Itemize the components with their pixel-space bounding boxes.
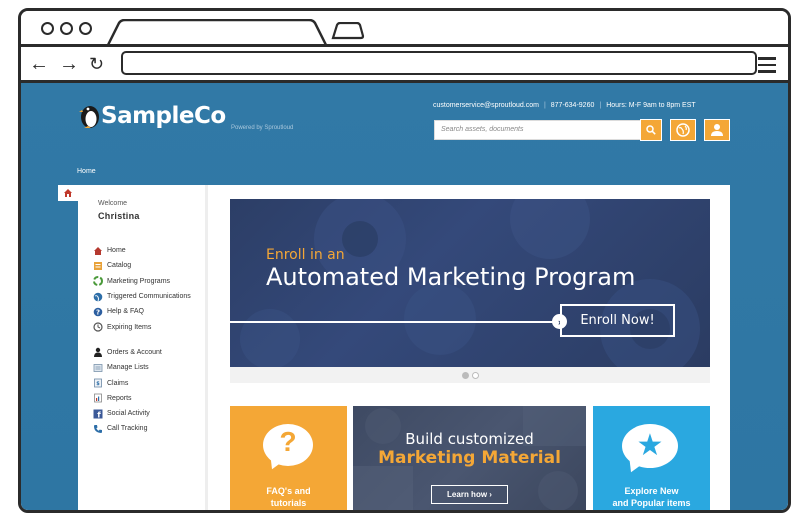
brand-logo[interactable]: SampleCo (79, 101, 226, 129)
explore-tile-line1: Explore New (624, 486, 679, 496)
sidebar-divider (93, 335, 191, 345)
hamburger-menu-icon[interactable] (758, 57, 776, 77)
learn-how-button[interactable]: Learn how › (431, 485, 508, 504)
new-tab-button[interactable] (331, 22, 365, 40)
claims-icon: $ (93, 378, 103, 388)
clock-icon (93, 322, 103, 332)
content-panel: Welcome Christina Home Catalog Marketing… (78, 185, 730, 510)
search-placeholder: Search assets, documents (441, 126, 524, 133)
user-icon (711, 124, 723, 136)
account-button[interactable] (704, 119, 730, 141)
window-close-dot[interactable] (41, 22, 54, 35)
marketing-tile-line1: Build customized (405, 430, 534, 448)
sidebar-item-label: Expiring Items (107, 323, 152, 331)
sidebar-item-label: Manage Lists (107, 364, 149, 372)
search-button[interactable] (640, 119, 662, 141)
star-icon: ★ (636, 429, 664, 462)
sidebar-item-label: Marketing Programs (107, 277, 171, 285)
enroll-now-button[interactable]: Enroll Now! (560, 304, 675, 337)
faq-tile-line1: FAQ's and (266, 486, 311, 496)
brand-name: SampleCo (101, 103, 226, 129)
sidebar-item-call-tracking[interactable]: Call Tracking (93, 421, 191, 436)
help-icon: ? (93, 307, 103, 317)
search-icon (646, 125, 656, 135)
penguin-icon (79, 106, 99, 128)
question-mark-icon: ? (279, 426, 297, 457)
carousel-indicators (230, 367, 710, 383)
home-icon (93, 246, 103, 256)
marketing-tile-line2: Marketing Material (378, 448, 561, 468)
sidebar-item-marketing-programs[interactable]: Marketing Programs (93, 274, 191, 289)
explore-tile-line2: and Popular items (612, 498, 691, 508)
sidebar: Welcome Christina Home Catalog Marketing… (78, 185, 208, 510)
browser-tab-strip (21, 11, 788, 48)
breadcrumb[interactable]: Home (77, 168, 96, 175)
svg-text:$: $ (96, 381, 100, 387)
globe-icon (676, 123, 690, 137)
sidebar-item-label: Triggered Communications (107, 293, 191, 301)
welcome-label: Welcome (98, 200, 128, 207)
person-icon (93, 347, 103, 358)
sidebar-nav: Home Catalog Marketing Programs Triggere… (93, 243, 191, 437)
sidebar-item-expiring-items[interactable]: Expiring Items (93, 319, 191, 334)
contact-info: customerservice@sproutloud.com | 877-634-9… (433, 102, 696, 109)
sidebar-item-catalog[interactable]: Catalog (93, 258, 191, 273)
back-arrow-icon[interactable]: ← (29, 54, 49, 74)
language-button[interactable] (670, 119, 696, 141)
faq-tile[interactable]: ? FAQ's and tutorials (230, 406, 347, 510)
sidebar-item-label: Reports (107, 394, 132, 402)
explore-tile[interactable]: ★ Explore New and Popular items (593, 406, 710, 510)
sidebar-item-label: Social Activity (107, 410, 150, 418)
sidebar-item-home[interactable]: Home (93, 243, 191, 258)
sidebar-item-help-faq[interactable]: ? Help & FAQ (93, 304, 191, 319)
search-input[interactable]: Search assets, documents (434, 120, 661, 140)
sidebar-item-manage-lists[interactable]: Manage Lists (93, 360, 191, 375)
home-icon (64, 189, 72, 197)
sidebar-item-label: Home (107, 247, 126, 255)
browser-window: ← → ↻ SampleCo Powered by Sproutloud cus… (18, 8, 791, 513)
sidebar-item-claims[interactable]: $ Claims (93, 375, 191, 390)
recycle-icon (93, 276, 103, 287)
report-icon (93, 393, 103, 403)
banner-kicker: Enroll in an (266, 247, 345, 263)
carousel-dot-2[interactable] (471, 371, 479, 379)
web-page: SampleCo Powered by Sproutloud customers… (21, 83, 788, 510)
sidebar-item-reports[interactable]: Reports (93, 391, 191, 406)
sidebar-item-orders-account[interactable]: Orders & Account (93, 345, 191, 360)
window-minimize-dot[interactable] (60, 22, 73, 35)
carousel-dot-1[interactable] (461, 371, 469, 379)
home-tab[interactable] (58, 185, 78, 201)
sidebar-item-label: Help & FAQ (107, 308, 144, 316)
contact-email[interactable]: customerservice@sproutloud.com (433, 102, 539, 109)
sidebar-item-label: Claims (107, 379, 129, 387)
phone-icon (93, 424, 103, 434)
svg-text:?: ? (96, 308, 100, 316)
user-name: Christina (98, 211, 140, 221)
reload-icon[interactable]: ↻ (89, 54, 104, 74)
banner-rule (230, 321, 560, 323)
catalog-icon (93, 261, 103, 271)
address-bar-row: ← → ↻ (21, 47, 788, 83)
promo-banner[interactable]: Enroll in an Automated Marketing Program… (230, 199, 710, 367)
globe-icon (93, 292, 103, 302)
powered-by-text: Powered by Sproutloud (231, 125, 294, 131)
facebook-icon: f (93, 409, 103, 419)
sidebar-item-label: Catalog (107, 262, 132, 270)
sidebar-item-label: Orders & Account (107, 348, 162, 356)
sidebar-item-triggered-communications[interactable]: Triggered Communications (93, 289, 191, 304)
contact-hours: Hours: M-F 9am to 8pm EST (606, 102, 696, 109)
window-maximize-dot[interactable] (79, 22, 92, 35)
marketing-material-tile[interactable]: Build customized Marketing Material Lear… (353, 406, 586, 510)
sidebar-item-social-activity[interactable]: f Social Activity (93, 406, 191, 421)
forward-arrow-icon[interactable]: → (59, 54, 79, 74)
banner-headline: Automated Marketing Program (266, 263, 636, 291)
sidebar-item-label: Call Tracking (107, 425, 148, 433)
url-input[interactable] (121, 51, 757, 75)
faq-tile-line2: tutorials (270, 498, 307, 508)
list-icon (93, 363, 103, 373)
svg-text:f: f (97, 410, 101, 418)
contact-phone: 877-634-9260 (550, 102, 595, 109)
